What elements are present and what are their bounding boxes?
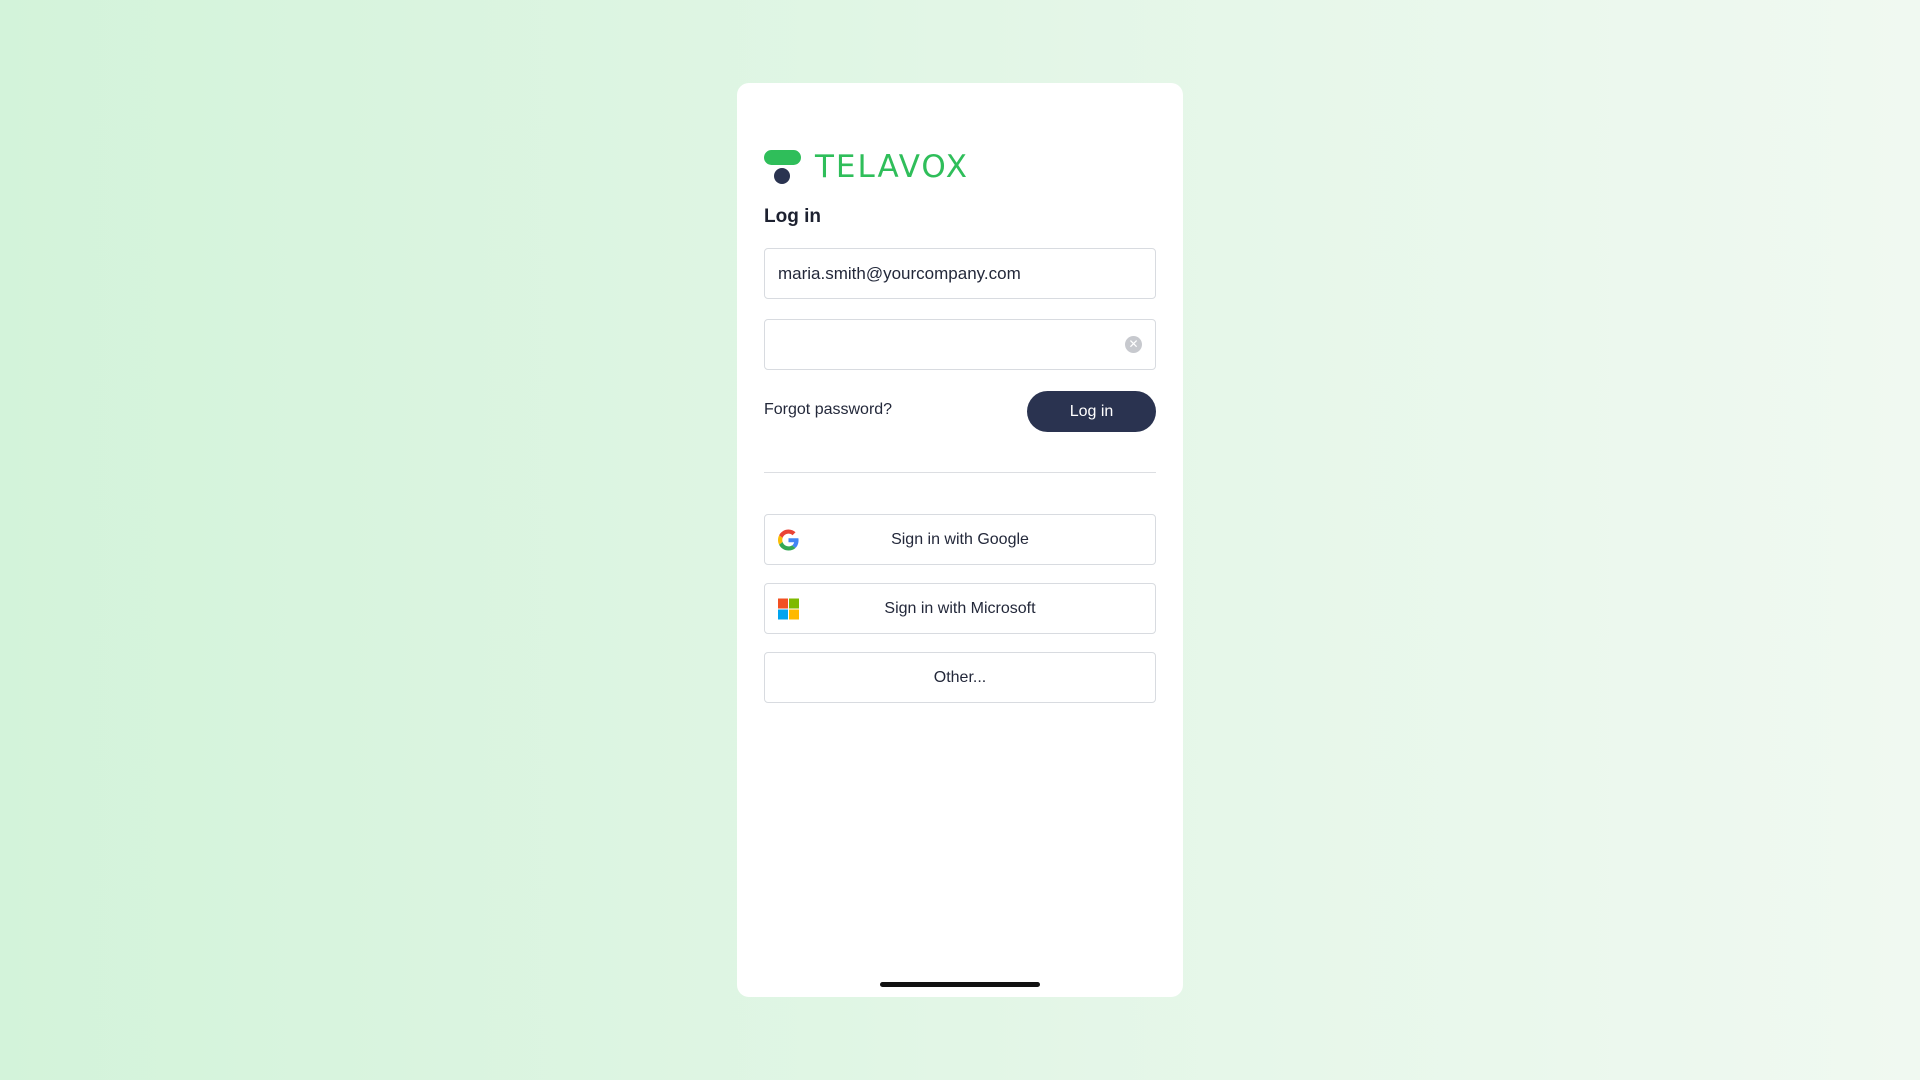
login-card: TELAVOX Log in ✕ Forgot password? Log in… [737, 83, 1183, 997]
page-title: Log in [764, 206, 821, 227]
forgot-password-link[interactable]: Forgot password? [764, 401, 892, 419]
login-button[interactable]: Log in [1027, 391, 1156, 432]
password-field[interactable]: ✕ [764, 319, 1156, 370]
sign-in-other-button[interactable]: Other... [764, 652, 1156, 703]
google-button-label: Sign in with Google [891, 530, 1029, 548]
divider [764, 472, 1156, 473]
email-input[interactable] [778, 263, 1142, 284]
sign-in-microsoft-button[interactable]: Sign in with Microsoft [764, 583, 1156, 634]
microsoft-button-label: Sign in with Microsoft [884, 599, 1036, 617]
other-button-label: Other... [933, 668, 987, 686]
logo-dot-shape [774, 168, 790, 184]
logo-bar-shape [764, 150, 801, 165]
sign-in-google-button[interactable]: Sign in with Google [764, 514, 1156, 565]
password-input[interactable] [778, 334, 1117, 355]
home-indicator [880, 982, 1040, 987]
clear-icon[interactable]: ✕ [1125, 336, 1142, 353]
logo-wordmark: TELAVOX [815, 149, 970, 185]
email-field[interactable] [764, 248, 1156, 299]
microsoft-icon [778, 598, 799, 619]
telavox-logo: TELAVOX [764, 150, 969, 185]
google-icon [778, 529, 799, 550]
telavox-logo-icon [764, 150, 801, 185]
